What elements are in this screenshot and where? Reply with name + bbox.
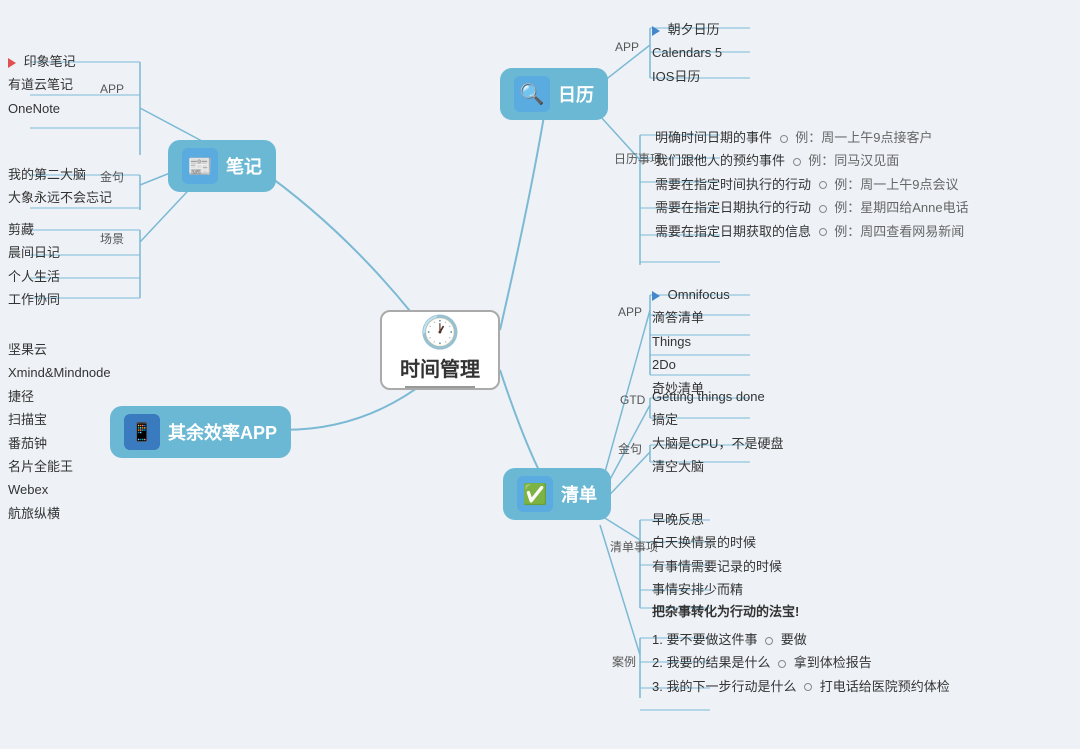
other-apps-list: 坚果云 Xmind&Mindnode 捷径 扫描宝 番茄钟 名片全能王 Webe…	[8, 338, 111, 525]
other-app-7: Webex	[8, 478, 111, 501]
center-node: 🕐 时间管理	[380, 310, 500, 390]
list-items-list: 早晚反思 白天换情景的时候 有事情需要记录的时候 事情安排少而精	[652, 508, 782, 602]
check-apps-list: Omnifocus 滴答清单 Things 2Do 奇妙清单	[652, 283, 730, 400]
cases-list: 1. 要不要做这件事 要做 2. 我要的结果是什么 拿到体检报告 3. 我的下一…	[652, 628, 950, 698]
case-3: 3. 我的下一步行动是什么 打电话给医院预约体检	[652, 675, 950, 698]
note-app-1: 印象笔记	[8, 50, 76, 73]
check-label: 清单	[561, 481, 597, 507]
cal-app-1: 朝夕日历	[652, 18, 722, 41]
check-app-things: Things	[652, 330, 730, 353]
check-app-omni: Omnifocus	[652, 283, 730, 306]
other-app-2: Xmind&Mindnode	[8, 361, 111, 384]
case-bullet-3	[804, 683, 812, 691]
center-underline	[405, 386, 475, 388]
list-item-4: 事情安排少而精	[652, 578, 782, 601]
check-motto-list: 大脑是CPU，不是硬盘 清空大脑	[652, 432, 783, 479]
cal-app-3: IOS日历	[652, 65, 722, 88]
center-label: 时间管理	[400, 353, 480, 382]
triangle-icon-cal	[652, 26, 660, 36]
case-bullet-1	[765, 637, 773, 645]
note-label: 笔记	[226, 153, 262, 179]
case-1: 1. 要不要做这件事 要做	[652, 628, 950, 651]
cal-label: 日历	[558, 81, 594, 107]
gtd-list: Getting things done 搞定	[652, 385, 765, 432]
other-app-5: 番茄钟	[8, 432, 111, 455]
center-icon: 🕐	[420, 313, 460, 351]
cal-branch: 🔍 日历	[500, 68, 608, 120]
note-scene-4: 工作协同	[8, 288, 60, 311]
note-scene-1: 剪藏	[8, 218, 60, 241]
note-motto-list: 我的第二大脑 大象永远不会忘记	[8, 163, 112, 210]
gtd-item-1: Getting things done	[652, 385, 765, 408]
note-app-section: APP	[100, 82, 124, 96]
other-app-3: 捷径	[8, 385, 111, 408]
list-item-2: 白天换情景的时候	[652, 531, 782, 554]
motto-item-2: 清空大脑	[652, 455, 783, 478]
cal-event-3: 需要在指定时间执行的行动 例：周一上午9点会议	[655, 173, 969, 196]
note-scene-3: 个人生活	[8, 265, 60, 288]
key-text: 把杂事转化为行动的法宝!	[652, 600, 799, 623]
other-label: 其余效率APP	[168, 419, 277, 445]
bullet-2	[793, 158, 801, 166]
note-motto-1: 我的第二大脑	[8, 163, 112, 186]
note-app-3: OneNote	[8, 97, 76, 120]
case-bullet-2	[778, 660, 786, 668]
note-scenes-list: 剪藏 晨间日记 个人生活 工作协同	[8, 218, 60, 312]
other-app-4: 扫描宝	[8, 408, 111, 431]
note-motto-2: 大象永远不会忘记	[8, 186, 112, 209]
list-item-1: 早晚反思	[652, 508, 782, 531]
note-apps-list: 印象笔记 有道云笔记 OneNote	[8, 50, 76, 120]
other-branch-node: 📱 其余效率APP	[110, 406, 291, 458]
other-branch: 📱 其余效率APP	[110, 406, 291, 458]
bullet-4	[819, 205, 827, 213]
cal-app-2: Calendars 5	[652, 41, 722, 64]
cal-event-2: 我们跟他人的预约事件 例：同马汉见面	[655, 149, 969, 172]
bullet-1	[780, 135, 788, 143]
list-item-3: 有事情需要记录的时候	[652, 555, 782, 578]
check-icon: ✅	[517, 476, 553, 512]
note-branch: 📰 笔记	[168, 140, 276, 192]
cal-icon: 🔍	[514, 76, 550, 112]
check-app-2: 2Do	[652, 353, 730, 376]
triangle-icon-1	[8, 58, 16, 68]
note-app-2: 有道云笔记	[8, 73, 76, 96]
mindmap-container: 🕐 时间管理 📰 笔记 APP 印象笔记 有道云笔记 OneNote 金句 我的…	[0, 0, 1080, 749]
check-branch: ✅ 清单	[503, 468, 611, 520]
check-app-1: 滴答清单	[652, 306, 730, 329]
case-2: 2. 我要的结果是什么 拿到体检报告	[652, 651, 950, 674]
note-branch-node: 📰 笔记	[168, 140, 276, 192]
other-app-6: 名片全能王	[8, 455, 111, 478]
note-icon: 📰	[182, 148, 218, 184]
check-branch-node: ✅ 清单	[503, 468, 611, 520]
cal-event-5: 需要在指定日期获取的信息 例：周四查看网易新闻	[655, 220, 969, 243]
cal-event-1: 明确时间日期的事件 例：周一上午9点接客户	[655, 126, 969, 149]
note-scene-2: 晨间日记	[8, 241, 60, 264]
motto-item-1: 大脑是CPU，不是硬盘	[652, 432, 783, 455]
other-icon: 📱	[124, 414, 160, 450]
gtd-item-2: 搞定	[652, 408, 765, 431]
cal-branch-node: 🔍 日历	[500, 68, 608, 120]
triangle-icon-check	[652, 291, 660, 301]
other-app-1: 坚果云	[8, 338, 111, 361]
cal-apps-list: 朝夕日历 Calendars 5 IOS日历	[652, 18, 722, 88]
key-text-label: 把杂事转化为行动的法宝!	[652, 600, 799, 623]
bullet-3	[819, 181, 827, 189]
cal-events-list: 明确时间日期的事件 例：周一上午9点接客户 我们跟他人的预约事件 例：同马汉见面…	[655, 126, 969, 243]
cal-event-4: 需要在指定日期执行的行动 例：星期四给Anne电话	[655, 196, 969, 219]
other-app-8: 航旅纵横	[8, 502, 111, 525]
bullet-5	[819, 228, 827, 236]
